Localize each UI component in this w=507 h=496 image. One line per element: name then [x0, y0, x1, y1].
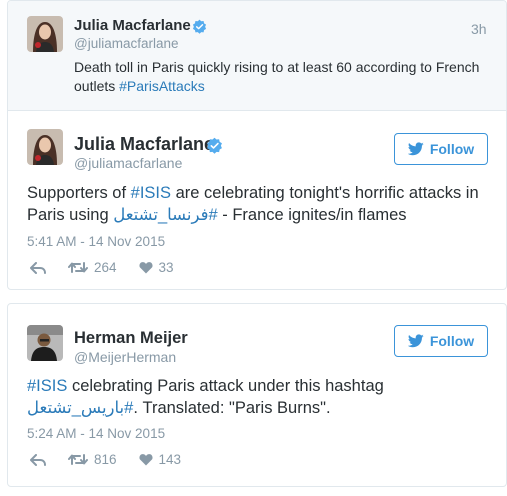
like-count: 143	[158, 452, 182, 467]
tweet-actions: 816 143	[30, 452, 203, 467]
retweet-icon	[68, 454, 88, 465]
tweet-text: #ISIS celebrating Paris attack under thi…	[27, 376, 497, 420]
follow-label: Follow	[429, 333, 475, 349]
profile-photo-icon	[27, 325, 63, 361]
tweet-text-part: celebrating Paris attack under this hash…	[67, 377, 384, 395]
retweet-count: 816	[94, 452, 117, 467]
follow-button[interactable]: Follow	[394, 325, 488, 357]
quoted-author-name[interactable]: Julia Macfarlane	[74, 17, 191, 34]
heart-icon	[138, 454, 153, 466]
herman-avatar[interactable]	[27, 325, 63, 361]
twitter-bird-icon	[407, 142, 424, 156]
hashtag-isis-link[interactable]: #ISIS	[27, 377, 67, 395]
follow-label: Follow	[429, 141, 475, 157]
twitter-bird-icon	[407, 334, 424, 348]
reply-button[interactable]	[30, 453, 46, 466]
tweet-actions: 264 33	[30, 260, 196, 275]
tweet-timestamp[interactable]: 5:41 AM - 14 Nov 2015	[27, 234, 165, 249]
hashtag-parisattacks-link[interactable]: #ParisAttacks	[119, 78, 205, 94]
tweet-card-julia: Julia Macfarlane @juliamacfarlane 3h Dea…	[7, 0, 507, 290]
retweet-button[interactable]: 264	[68, 260, 117, 275]
tweet-text: Supporters of #ISIS are celebrating toni…	[27, 183, 497, 227]
tweet-text-part: - France ignites/in flames	[217, 205, 407, 224]
hashtag-arabic-link[interactable]: #فرنسا_تشتعل	[113, 206, 217, 224]
tweet-card-herman: Herman Meijer @MeijerHerman Follow #ISIS…	[7, 303, 507, 487]
author-handle[interactable]: @juliamacfarlane	[74, 155, 182, 171]
reply-icon	[30, 261, 46, 274]
author-name[interactable]: Herman Meijer	[74, 329, 188, 348]
author-name[interactable]: Julia Macfarlane	[74, 134, 214, 155]
author-handle[interactable]: @MeijerHerman	[74, 349, 176, 365]
julia-avatar[interactable]	[27, 129, 63, 165]
quoted-time-ago[interactable]: 3h	[471, 21, 487, 37]
like-button[interactable]: 143	[138, 452, 182, 467]
quoted-tweet-text: Death toll in Paris quickly rising to at…	[74, 58, 494, 95]
heart-icon	[138, 262, 153, 274]
profile-photo-icon	[27, 16, 63, 52]
reply-icon	[30, 453, 46, 466]
like-count: 33	[158, 260, 174, 275]
tweet-text-part: . Translated: "Paris Burns".	[133, 398, 331, 417]
follow-button[interactable]: Follow	[394, 133, 488, 165]
verified-badge-icon	[207, 137, 222, 154]
reply-button[interactable]	[30, 261, 46, 274]
hashtag-isis-link[interactable]: #ISIS	[131, 184, 171, 202]
retweet-icon	[68, 262, 88, 273]
profile-photo-icon	[27, 129, 63, 165]
quoted-tweet[interactable]: Julia Macfarlane @juliamacfarlane 3h Dea…	[8, 1, 506, 111]
quoted-handle[interactable]: @juliamacfarlane	[74, 36, 179, 51]
retweet-button[interactable]: 816	[68, 452, 117, 467]
verified-badge-icon	[192, 19, 207, 34]
hashtag-arabic-link[interactable]: #باريس_تشتعل	[27, 399, 133, 417]
retweet-count: 264	[94, 260, 117, 275]
tweet-text-part: Supporters of	[27, 184, 131, 202]
tweet-timestamp[interactable]: 5:24 AM - 14 Nov 2015	[27, 426, 165, 441]
like-button[interactable]: 33	[138, 260, 174, 275]
julia-avatar-quoted[interactable]	[27, 16, 63, 52]
